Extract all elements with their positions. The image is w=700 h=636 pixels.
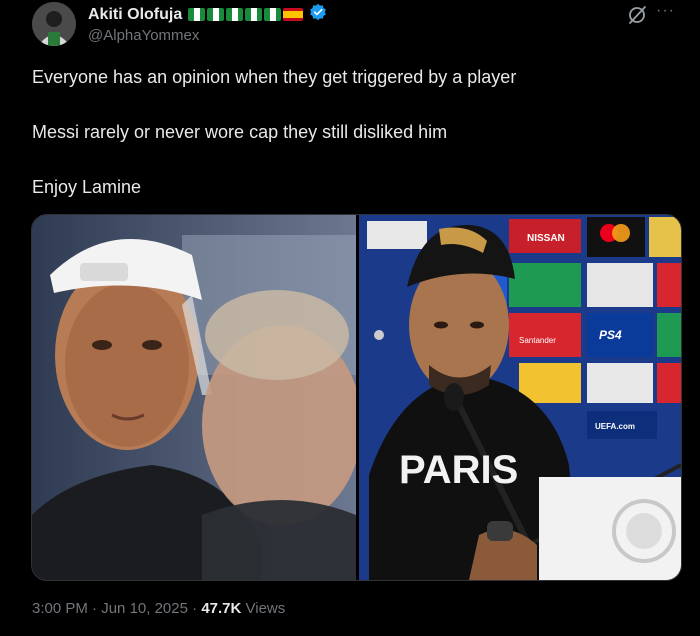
post-media[interactable]: NISSAN PS4 Santander UEFA.com PARIS: [31, 214, 682, 581]
photo-right[interactable]: NISSAN PS4 Santander UEFA.com PARIS: [359, 215, 681, 580]
verified-badge-icon[interactable]: [309, 3, 327, 26]
spain-flag-icon: [283, 8, 304, 21]
jersey-text: PARIS: [399, 448, 518, 492]
nigeria-flag-icon: [245, 8, 263, 21]
nigeria-flag-icon: [264, 8, 282, 21]
views-count: 47.7K: [201, 600, 242, 617]
board-logo-uefa: UEFA.com: [595, 422, 635, 431]
nigeria-flag-icon: [207, 8, 225, 21]
nigeria-flag-icon: [226, 8, 244, 21]
post-text-line: Everyone has an opinion when they get tr…: [32, 67, 517, 87]
nigeria-flag-icon: [188, 8, 206, 21]
flag-emojis: [188, 8, 304, 21]
more-icon[interactable]: ···: [656, 2, 675, 20]
post-text-line: Messi rarely or never wore cap they stil…: [32, 122, 448, 142]
post-date[interactable]: Jun 10, 2025: [101, 600, 188, 617]
grok-icon[interactable]: [626, 4, 648, 26]
author-name-row[interactable]: Akiti Olofuja: [88, 3, 327, 26]
board-logo-ps4: PS4: [599, 328, 622, 342]
post-text-line: Enjoy Lamine: [32, 177, 142, 197]
author-name[interactable]: Akiti Olofuja: [88, 6, 182, 24]
photo-left[interactable]: [32, 215, 356, 580]
views-label: Views: [245, 600, 286, 617]
post-meta: 3:00 PM · Jun 10, 2025 · 47.7K Views: [32, 600, 286, 617]
author-avatar[interactable]: [32, 2, 76, 46]
board-logo-santander: Santander: [519, 336, 556, 345]
board-logo-nissan: NISSAN: [527, 233, 565, 244]
post-time[interactable]: 3:00 PM: [32, 600, 88, 617]
author-handle[interactable]: @AlphaYommex: [88, 27, 199, 44]
